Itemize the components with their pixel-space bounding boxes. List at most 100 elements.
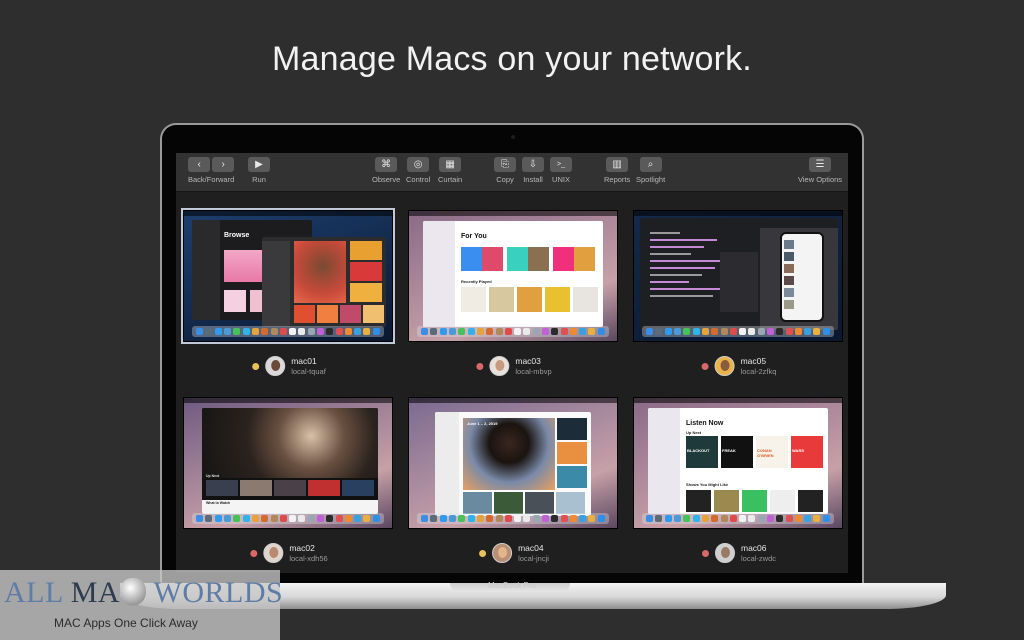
featured-photo (463, 418, 555, 490)
computer-names: mac06 local-zwdc (741, 543, 776, 563)
dock-app-icon (813, 515, 821, 522)
unix-button[interactable]: >_ (550, 157, 572, 172)
dock-app-icon (655, 515, 663, 522)
screen-thumbnail[interactable]: Listen Now Up Next BLACKOUT FREAK CONAN O'BR… (633, 397, 843, 529)
dock-app-icon (449, 515, 457, 522)
dock-app-icon (317, 328, 324, 335)
user-avatar (265, 356, 286, 376)
status-indicator (701, 549, 709, 557)
mac-menu-bar (409, 211, 617, 216)
dock-app-icon (683, 328, 691, 335)
tv-window: Up Next What to Watch (202, 408, 378, 514)
computer-tile-mac05[interactable]: mac05 local-2zfkq (633, 210, 845, 380)
user-avatar (263, 543, 284, 563)
podcast-card: BLACKOUT (686, 436, 718, 468)
dock-app-icon (711, 328, 719, 335)
dock-app-icon (298, 328, 306, 335)
toolbar-observe-label: Observe (372, 175, 401, 184)
subsection-title: Shows You Might Like (686, 482, 729, 487)
copy-button[interactable]: ⎘ (494, 157, 516, 172)
screen-thumbnail[interactable]: Browse (181, 208, 395, 344)
dock-app-icon (214, 328, 222, 335)
dock-app-icon (804, 515, 812, 522)
dock-app-icon (439, 328, 447, 335)
view-options-button[interactable]: ☰ (809, 157, 832, 172)
screen-thumbnail[interactable] (633, 210, 843, 342)
podcast-title: BLACKOUT (687, 448, 710, 453)
subsection-title: Up Next (686, 430, 702, 435)
photo-tile (556, 492, 585, 514)
computer-tile-mac03[interactable]: For You Recently Played mac03 local-mbvp (408, 210, 620, 380)
computer-grid: Browse mac01 local-tquaf For You Recently Pl… (176, 192, 848, 573)
computer-tile-mac06[interactable]: Listen Now Up Next BLACKOUT FREAK CONAN O'BR… (633, 397, 845, 567)
dock-app-icon (242, 328, 250, 335)
dock-app-icon (307, 328, 315, 335)
curtain-button[interactable]: ▦ (439, 157, 462, 172)
podcast-title: WARS (792, 448, 804, 453)
photo-tile (340, 305, 361, 323)
show-card (714, 490, 739, 512)
code-line (650, 295, 713, 297)
photo-tile (363, 305, 384, 323)
mac-menu-bar (184, 211, 392, 216)
run-button[interactable]: ▶ (248, 157, 270, 172)
control-button[interactable]: ◎ (407, 157, 430, 172)
toolbar-unix-label: UNIX (552, 175, 570, 184)
dock-app-icon (748, 328, 756, 335)
computer-info-row: mac06 local-zwdc (701, 543, 776, 563)
toolbar-unix-group: >_ UNIX (550, 157, 572, 184)
user-avatar (714, 543, 735, 563)
computer-names: mac03 local-mbvp (515, 356, 551, 376)
iphone-preview (780, 232, 824, 322)
computer-info-row: mac01 local-tquaf (252, 356, 326, 376)
computer-info: mac03 local-mbvp (408, 356, 620, 380)
dock-app-icon (242, 515, 250, 522)
dock-app-icon (476, 328, 484, 335)
status-indicator (479, 549, 487, 557)
inspector-panel (720, 252, 758, 312)
back-forward-button-back[interactable]: ‹ (188, 157, 211, 172)
user-avatar (714, 356, 735, 376)
toolbar-run-label: Run (252, 175, 266, 184)
photos-window: June 1 – 2, 2019 (435, 412, 591, 516)
recent-album (573, 287, 598, 312)
screen-thumbnail[interactable]: June 1 – 2, 2019 (408, 397, 618, 529)
watermark-title: ALL MA WORLDS (4, 576, 284, 609)
macbook-lid: ‹ › Back/Forward ▶ Run ⌘ Observe ◎ Control ▦ Curta… (160, 123, 864, 583)
dock-app-icon (421, 515, 429, 522)
observe-button[interactable]: ⌘ (375, 157, 398, 172)
computer-tile-mac01[interactable]: Browse mac01 local-tquaf (181, 208, 395, 380)
dock-app-icon (298, 515, 306, 522)
dock-app-icon (757, 515, 765, 522)
dock-app-icon (270, 328, 278, 335)
dock-app-icon (794, 328, 802, 335)
dock-app-icon (326, 515, 334, 522)
show-card (742, 490, 767, 512)
dock-app-icon (551, 515, 559, 522)
photo-tile (494, 492, 523, 514)
dock-app-icon (279, 328, 287, 335)
dock-app-icon (560, 515, 568, 522)
install-button[interactable]: ⇩ (522, 157, 544, 172)
list-row (784, 288, 794, 297)
reports-button[interactable]: ▥ (606, 157, 629, 172)
camera-dot (511, 135, 515, 139)
up-next-tile (274, 480, 306, 496)
dock-app-icon (289, 515, 297, 522)
code-line (650, 267, 715, 269)
screen-thumbnail[interactable]: Up Next What to Watch (183, 397, 393, 529)
dock-app-icon (813, 328, 821, 335)
avatar-face (720, 360, 730, 371)
screen-thumbnail[interactable]: For You Recently Played (408, 210, 618, 342)
back-forward-button-forward[interactable]: › (212, 157, 235, 172)
computer-tile-mac04[interactable]: June 1 – 2, 2019 mac04 local-jncji (408, 397, 620, 567)
computer-tile-mac02[interactable]: Up Next What to Watch mac02 local-xdh56 (183, 397, 395, 567)
code-line (650, 281, 689, 283)
dock-app-icon (196, 328, 204, 335)
avatar-face (498, 547, 508, 558)
spotlight-button[interactable]: ⌕ (639, 157, 662, 172)
code-line (650, 246, 704, 248)
album-art (224, 250, 264, 282)
code-line (650, 288, 726, 290)
show-card (686, 490, 711, 512)
